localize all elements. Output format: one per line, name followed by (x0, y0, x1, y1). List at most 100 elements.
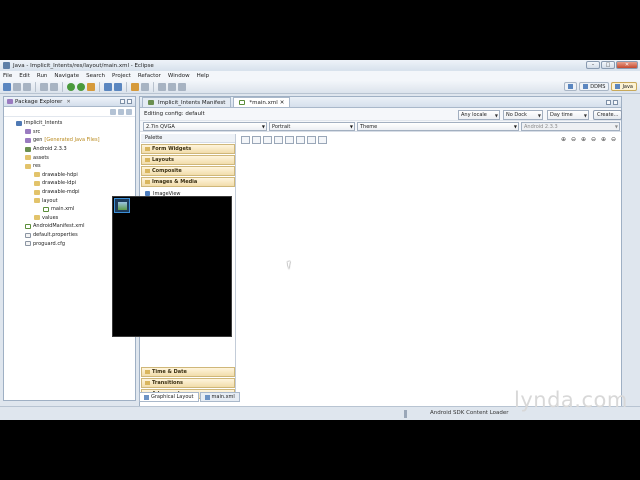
perspective-ddms[interactable]: DDMS (579, 82, 610, 91)
zoom-out-icon[interactable]: ⊖ (590, 136, 597, 143)
run-icon[interactable] (77, 82, 85, 91)
folder-icon (34, 198, 40, 204)
maximize-editor-icon[interactable] (613, 100, 618, 105)
zoom-in-icon[interactable]: ⊕ (560, 136, 567, 143)
palette-category[interactable]: Images & Media (141, 177, 235, 187)
tree-item-label: src (33, 128, 41, 135)
tree-item[interactable]: gen [Generated Java Files] (4, 136, 135, 145)
palette-category[interactable]: Time & Date (141, 367, 235, 377)
menu-window[interactable]: Window (168, 73, 190, 79)
avd-manager-icon[interactable] (50, 82, 58, 91)
forward-icon[interactable] (178, 82, 186, 91)
menu-search[interactable]: Search (86, 73, 105, 79)
tree-item[interactable]: drawable-hdpi (4, 171, 135, 180)
search-icon[interactable] (141, 82, 149, 91)
tree-item[interactable]: assets (4, 153, 135, 162)
tab-main-xml[interactable]: *main.xml ✕ (233, 97, 291, 107)
tab-xml-source[interactable]: main.xml (199, 392, 240, 402)
collapse-all-icon[interactable] (110, 108, 116, 115)
editor-tabs: Implicit_Intents Manifest *main.xml ✕ (140, 97, 621, 108)
device-screen-preview[interactable] (112, 196, 232, 337)
minimize-editor-icon[interactable] (606, 100, 611, 105)
zoom-in-icon[interactable]: ⊕ (580, 136, 587, 143)
window-controls: – □ ✕ (586, 61, 638, 69)
back-icon[interactable] (168, 82, 176, 91)
tab-manifest[interactable]: Implicit_Intents Manifest (142, 97, 232, 107)
tree-item-label: drawable-mdpi (42, 189, 80, 196)
tree-item-suffix: [Generated Java Files] (44, 137, 100, 144)
palette-title: Palette (141, 134, 235, 143)
tree-item-label: drawable-ldpi (42, 180, 77, 187)
open-type-icon[interactable] (131, 82, 139, 91)
folder-icon (34, 180, 40, 186)
close-window-button[interactable]: ✕ (616, 61, 638, 69)
view-menu-icon[interactable] (126, 108, 132, 115)
menu-refactor[interactable]: Refactor (138, 73, 161, 79)
close-view-icon[interactable]: ✕ (66, 99, 70, 105)
orientation-icon[interactable] (318, 135, 327, 144)
menu-project[interactable]: Project (112, 73, 131, 79)
view-controls (120, 99, 132, 104)
zoom-out-icon[interactable]: ⊖ (610, 136, 617, 143)
palette-category[interactable]: Transitions (141, 378, 235, 388)
layout-toggle-icon[interactable] (241, 135, 250, 144)
new-java-package-icon[interactable] (104, 82, 112, 91)
menu-help[interactable]: Help (197, 73, 210, 79)
menu-file[interactable]: File (3, 73, 12, 79)
fill-width-icon[interactable] (263, 135, 272, 144)
save-icon[interactable] (13, 82, 21, 91)
zoom-out-icon[interactable]: ⊖ (570, 136, 577, 143)
xml-file-icon (43, 206, 49, 212)
selected-imageview[interactable] (114, 198, 130, 213)
package-explorer-title[interactable]: Package Explorer (15, 99, 62, 105)
tree-item-label: layout (42, 197, 58, 204)
orientation-select[interactable]: Portrait ▼ (269, 122, 355, 131)
menu-run[interactable]: Run (37, 73, 48, 79)
weight-icon[interactable] (296, 135, 305, 144)
link-with-editor-icon[interactable] (118, 108, 124, 115)
target-select[interactable]: Android 2.3.3 ▼ (521, 122, 620, 131)
menu-edit[interactable]: Edit (19, 73, 30, 79)
xml-file-icon (25, 223, 31, 229)
palette-category[interactable]: Form Widgets (141, 144, 235, 154)
minimize-button[interactable]: – (586, 61, 600, 69)
maximize-button[interactable]: □ (601, 61, 615, 69)
tab-graphical-layout[interactable]: Graphical Layout (139, 392, 199, 402)
tree-item[interactable]: Implicit_Intents (4, 119, 135, 128)
time-select[interactable]: Day time ▼ (547, 110, 589, 120)
print-icon[interactable] (23, 82, 31, 91)
tree-item-label: gen (33, 137, 43, 144)
new-icon[interactable] (3, 82, 11, 91)
external-tools-icon[interactable] (87, 82, 95, 91)
new-java-class-icon[interactable] (114, 82, 122, 91)
chevron-down-icon: ▼ (349, 124, 353, 129)
screen-size-select[interactable]: 2.7in QVGA ▼ (143, 122, 267, 131)
close-tab-icon[interactable]: ✕ (280, 100, 285, 106)
baseline-icon[interactable] (307, 135, 316, 144)
create-config-button[interactable]: Create... (593, 110, 623, 120)
project-icon (16, 120, 22, 126)
zoom-in-icon[interactable]: ⊕ (600, 136, 607, 143)
tree-item[interactable]: src (4, 128, 135, 137)
maximize-view-icon[interactable] (127, 99, 132, 104)
palette-category[interactable]: Composite (141, 166, 235, 176)
layout-options-icon[interactable] (285, 135, 294, 144)
folder-icon (25, 155, 31, 161)
locale-select[interactable]: Any locale ▼ (458, 110, 500, 120)
layout-canvas[interactable]: ⊕ ⊖ ⊕ ⊖ ⊕ ⊖ (238, 134, 621, 400)
perspective-java[interactable]: Java (611, 82, 637, 91)
dock-select[interactable]: No Dock ▼ (503, 110, 543, 120)
android-sdk-icon[interactable] (40, 82, 48, 91)
tree-item[interactable]: Android 2.3.3 (4, 145, 135, 154)
menu-navigate[interactable]: Navigate (54, 73, 79, 79)
minimize-view-icon[interactable] (120, 99, 125, 104)
annotation-icon[interactable] (158, 82, 166, 91)
tree-item[interactable]: drawable-ldpi (4, 179, 135, 188)
open-perspective-button[interactable] (564, 82, 578, 91)
theme-select[interactable]: Theme ▼ (357, 122, 519, 131)
palette-category[interactable]: Layouts (141, 155, 235, 165)
tree-item[interactable]: res (4, 162, 135, 171)
fill-height-icon[interactable] (274, 135, 283, 144)
layout-toggle-icon[interactable] (252, 135, 261, 144)
debug-icon[interactable] (67, 82, 75, 91)
